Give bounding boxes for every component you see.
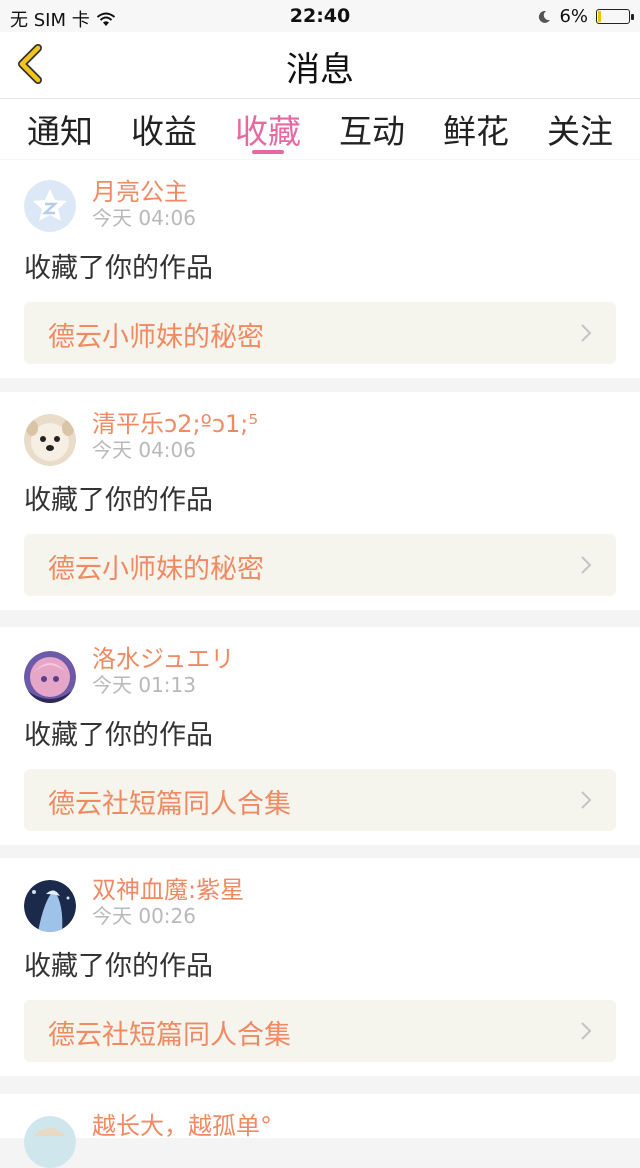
tab-flowers[interactable]: 鲜花 <box>424 105 528 153</box>
timestamp: 今天 00:26 <box>92 904 196 928</box>
action-text: 收藏了你的作品 <box>24 253 213 284</box>
work-title: 德云社短篇同人合集 <box>48 789 291 820</box>
notification-card: 清平乐ↄ2;ºↄ1;⁵ 今天 04:06 收藏了你的作品 德云小师妹的秘密 <box>0 392 640 610</box>
notification-card: 月亮公主 今天 04:06 收藏了你的作品 德云小师妹的秘密 <box>0 160 640 378</box>
work-link[interactable]: 德云社短篇同人合集 <box>24 1000 616 1062</box>
avatar[interactable] <box>24 880 76 932</box>
tab-following[interactable]: 关注 <box>528 105 632 153</box>
nav-bar: 消息 <box>0 32 640 99</box>
battery-fill <box>598 11 601 22</box>
battery-icon <box>596 9 634 24</box>
notification-card: 洛水ジュエリ 今天 01:13 收藏了你的作品 德云社短篇同人合集 <box>0 627 640 845</box>
tab-bar: 通知 收益 收藏 互动 鲜花 关注 <box>0 99 640 159</box>
work-title: 德云小师妹的秘密 <box>48 554 264 585</box>
active-tab-indicator <box>252 150 284 154</box>
page-title: 消息 <box>286 50 354 90</box>
tab-earnings[interactable]: 收益 <box>112 105 216 153</box>
work-link[interactable]: 德云社短篇同人合集 <box>24 769 616 831</box>
moon-icon <box>539 10 551 23</box>
avatar[interactable] <box>24 414 76 466</box>
chevron-right-icon <box>581 324 592 342</box>
status-right: 6% <box>537 6 634 27</box>
tab-notify[interactable]: 通知 <box>8 105 112 153</box>
avatar[interactable] <box>24 180 76 232</box>
avatar[interactable] <box>24 1116 76 1168</box>
action-text: 收藏了你的作品 <box>24 485 213 516</box>
work-link[interactable]: 德云小师妹的秘密 <box>24 534 616 596</box>
notification-card: 越长大，越孤单° <box>0 1094 640 1168</box>
timestamp: 今天 01:13 <box>92 673 196 697</box>
work-link[interactable]: 德云小师妹的秘密 <box>24 302 616 364</box>
anime-blue-avatar-icon <box>24 880 76 932</box>
timestamp: 今天 04:06 <box>92 438 196 462</box>
default-avatar-icon <box>24 180 76 232</box>
tab-interaction[interactable]: 互动 <box>320 105 424 153</box>
action-text: 收藏了你的作品 <box>24 720 213 751</box>
dog-avatar-icon <box>24 414 76 466</box>
battery-percent: 6% <box>559 6 588 27</box>
tab-favorites[interactable]: 收藏 <box>216 105 320 153</box>
chevron-right-icon <box>581 791 592 809</box>
timestamp: 今天 04:06 <box>92 206 196 230</box>
status-bar: 无 SIM 卡 22:40 6% <box>0 0 640 32</box>
chevron-right-icon <box>581 1022 592 1040</box>
anime-girl-avatar-icon <box>24 651 76 703</box>
partial-avatar-icon <box>24 1116 76 1168</box>
notification-card: 双神血魔:紫星 今天 00:26 收藏了你的作品 德云社短篇同人合集 <box>0 858 640 1076</box>
avatar[interactable] <box>24 651 76 703</box>
work-title: 德云小师妹的秘密 <box>48 322 264 353</box>
action-text: 收藏了你的作品 <box>24 951 213 982</box>
user-name[interactable]: 越长大，越孤单° <box>92 1106 272 1141</box>
chevron-right-icon <box>581 556 592 574</box>
work-title: 德云社短篇同人合集 <box>48 1020 291 1051</box>
